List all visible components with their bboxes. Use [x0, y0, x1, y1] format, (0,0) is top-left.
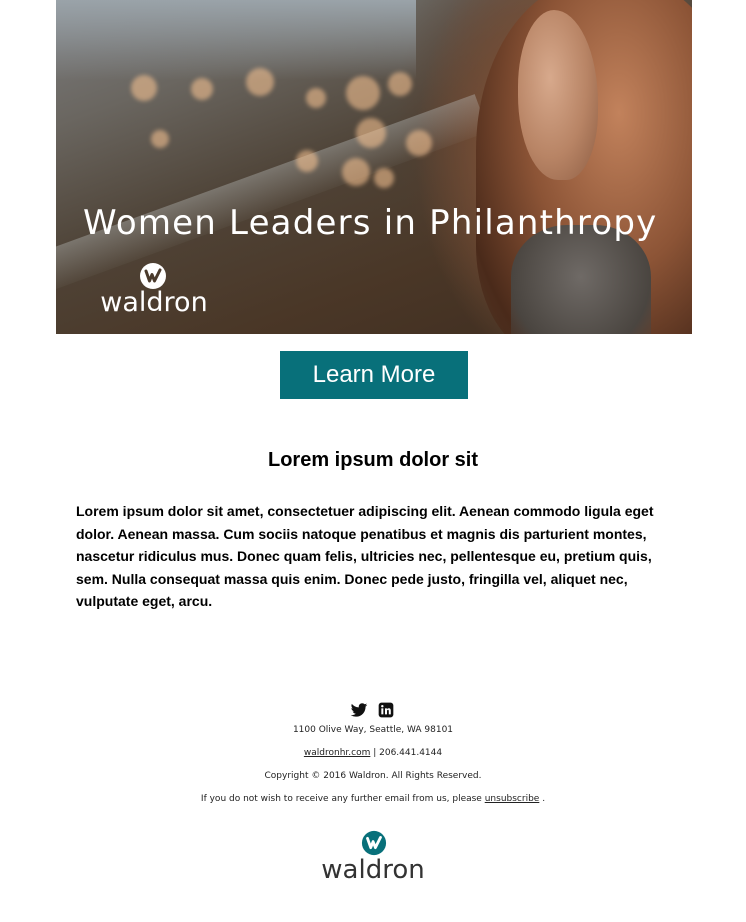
hero-bokeh-light — [191, 78, 213, 100]
linkedin-icon — [378, 702, 394, 718]
website-link[interactable]: waldronhr.com — [304, 748, 370, 758]
hero-bokeh-light — [151, 130, 169, 148]
hero-bokeh-light — [374, 168, 394, 188]
footer-contact: waldronhr.com | 206.441.4144 — [0, 748, 746, 758]
footer-logo-text: waldron — [321, 855, 425, 885]
hero-bokeh-light — [296, 150, 318, 172]
section-heading: Lorem ipsum dolor sit — [267, 449, 479, 471]
unsubscribe-prefix: If you do not wish to receive any furthe… — [200, 794, 485, 804]
footer-phone: 206.441.4144 — [379, 748, 443, 758]
hero-bokeh-light — [246, 68, 274, 96]
waldron-w-icon — [140, 263, 166, 289]
hero-bokeh-light — [131, 75, 157, 101]
hero-banner: Women Leaders in Philanthropy waldron — [56, 0, 692, 334]
hero-bokeh-light — [342, 158, 370, 186]
body-paragraph: Lorem ipsum dolor sit amet, consectetuer… — [76, 503, 654, 609]
linkedin-link[interactable] — [378, 701, 396, 719]
twitter-icon — [350, 703, 368, 717]
footer-address: 1100 Olive Way, Seattle, WA 98101 — [292, 725, 454, 735]
hero-bokeh-light — [406, 130, 432, 156]
social-links — [0, 701, 746, 719]
hero-bokeh-light — [346, 76, 380, 110]
footer-unsubscribe-notice: If you do not wish to receive any furthe… — [0, 794, 746, 804]
hero-bokeh-light — [388, 72, 412, 96]
footer-separator: | — [370, 748, 380, 758]
hero-title: Women Leaders in Philanthropy — [83, 203, 658, 243]
hero-bokeh-light — [356, 118, 386, 148]
footer-copyright: Copyright © 2016 Waldron. All Rights Res… — [264, 771, 482, 781]
unsubscribe-link[interactable]: unsubscribe — [485, 794, 540, 804]
unsubscribe-suffix: . — [539, 794, 546, 804]
twitter-link[interactable] — [350, 701, 368, 719]
hero-bokeh-light — [306, 88, 326, 108]
hero-railing — [56, 94, 489, 296]
hero-sky — [56, 0, 416, 80]
hero-logo-text: waldron — [100, 287, 208, 318]
waldron-w-icon — [361, 830, 387, 856]
learn-more-button[interactable]: Learn More — [280, 351, 468, 399]
